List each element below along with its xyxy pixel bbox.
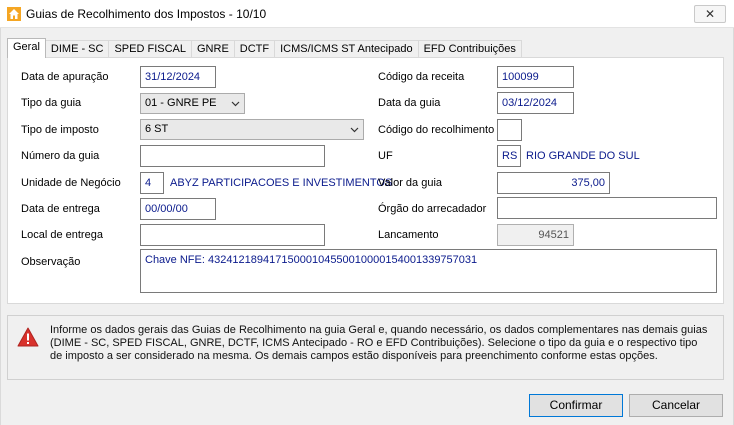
window-title: Guias de Recolhimento dos Impostos - 10/…	[26, 7, 267, 21]
local-entrega-label: Local de entrega	[21, 229, 103, 241]
tab-dctf[interactable]: DCTF	[233, 40, 276, 58]
tab-gnre[interactable]: GNRE	[191, 40, 235, 58]
lancamento-field: 94521	[497, 224, 574, 246]
close-button[interactable]: ✕	[694, 5, 726, 23]
codigo-recolhimento-label: Código do recolhimento	[378, 124, 495, 136]
codigo-receita-label: Código da receita	[378, 71, 465, 83]
unidade-negocio-code-field[interactable]: 4	[140, 172, 164, 194]
orgao-arrecadador-label: Órgão do arrecadador	[378, 203, 487, 215]
warning-icon	[17, 327, 39, 347]
cancel-button[interactable]: Cancelar	[629, 394, 723, 417]
data-apuracao-field[interactable]: 31/12/2024	[140, 66, 216, 88]
data-guia-label: Data da guia	[378, 97, 441, 109]
tab-efd-contribuicoes[interactable]: EFD Contribuições	[417, 40, 522, 58]
uf-label: UF	[378, 150, 393, 162]
lancamento-label: Lancamento	[378, 229, 439, 241]
observacao-label: Observação	[21, 256, 81, 268]
info-text: Informe os dados gerais das Guias de Rec…	[50, 324, 708, 362]
codigo-receita-field[interactable]: 100099	[497, 66, 574, 88]
title-bar: Guias de Recolhimento dos Impostos - 10/…	[0, 0, 734, 28]
tab-sped-fiscal[interactable]: SPED FISCAL	[108, 40, 192, 58]
valor-guia-label: Valor da guia	[378, 177, 443, 189]
tipo-imposto-label: Tipo de imposto	[21, 124, 99, 136]
tipo-guia-value: 01 - GNRE PE	[145, 97, 217, 109]
confirm-button[interactable]: Confirmar	[529, 394, 623, 417]
numero-guia-field[interactable]	[140, 145, 325, 167]
numero-guia-label: Número da guia	[21, 150, 100, 162]
unidade-negocio-name: ABYZ PARTICIPACOES E INVESTIMENTOS	[170, 177, 393, 189]
chevron-down-icon	[231, 101, 240, 107]
orgao-arrecadador-field[interactable]	[497, 197, 717, 219]
tipo-guia-label: Tipo da guia	[21, 97, 82, 109]
data-apuracao-label: Data de apuração	[21, 71, 109, 83]
observacao-textarea[interactable]: Chave NFE: 43241218941715000104550010000…	[140, 249, 717, 293]
tab-dime-sc[interactable]: DIME - SC	[44, 40, 110, 58]
local-entrega-field[interactable]	[140, 224, 325, 246]
unidade-negocio-label: Unidade de Negócio	[21, 177, 121, 189]
codigo-recolhimento-field[interactable]	[497, 119, 522, 141]
tipo-guia-select[interactable]: 01 - GNRE PE	[140, 93, 245, 114]
tab-geral[interactable]: Geral	[7, 38, 46, 58]
tipo-imposto-value: 6 ST	[145, 123, 169, 135]
info-box: Informe os dados gerais das Guias de Rec…	[7, 315, 724, 380]
uf-field[interactable]: RS	[497, 145, 521, 167]
tab-strip: Geral DIME - SC SPED FISCAL GNRE DCTF IC…	[7, 38, 522, 58]
chevron-down-icon	[350, 127, 359, 133]
data-entrega-field[interactable]: 00/00/00	[140, 198, 216, 220]
data-guia-field[interactable]: 03/12/2024	[497, 92, 574, 114]
valor-guia-field[interactable]: 375,00	[497, 172, 610, 194]
app-icon	[7, 7, 21, 21]
tipo-imposto-select[interactable]: 6 ST	[140, 119, 364, 140]
uf-name: RIO GRANDE DO SUL	[526, 150, 640, 162]
data-entrega-label: Data de entrega	[21, 203, 100, 215]
tab-icms-st-antecipado[interactable]: ICMS/ICMS ST Antecipado	[274, 40, 419, 58]
close-icon: ✕	[704, 7, 716, 21]
